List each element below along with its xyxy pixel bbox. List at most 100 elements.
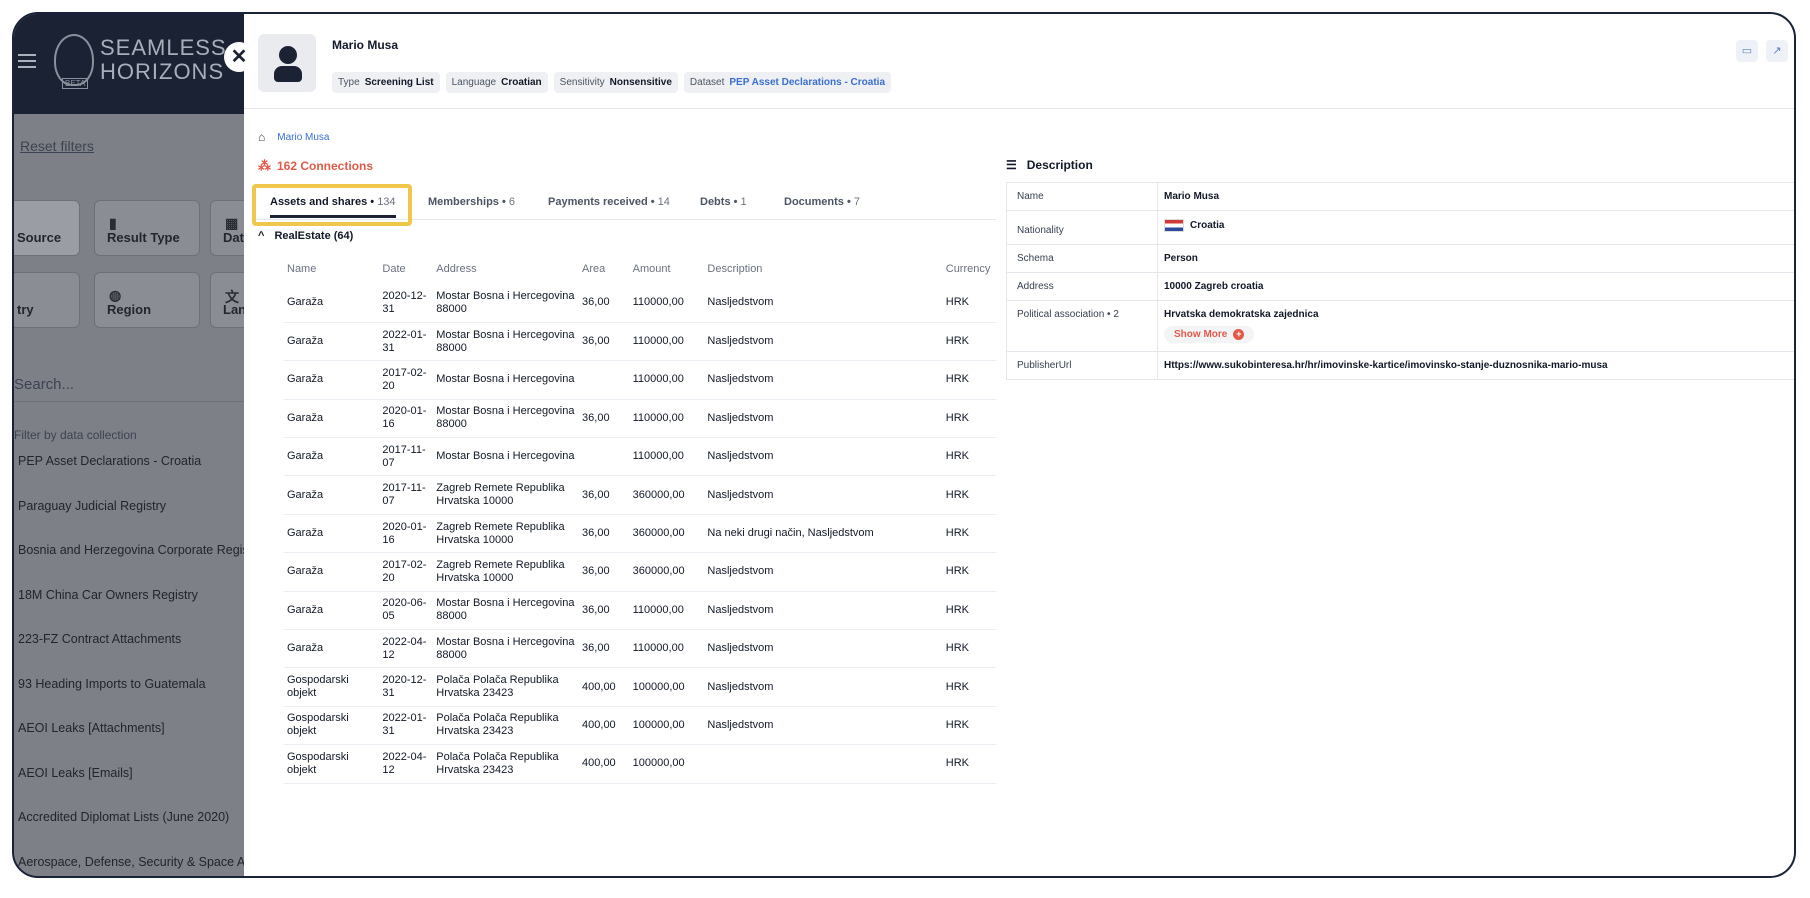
- table-cell: HRK: [942, 591, 996, 631]
- table-cell: [704, 744, 943, 784]
- table-cell: 110000,00: [629, 360, 705, 400]
- collection-item[interactable]: AEOI Leaks [Attachments]: [18, 721, 268, 766]
- dataset-link[interactable]: PEP Asset Declarations - Croatia: [729, 77, 885, 88]
- card-label: Region: [107, 302, 152, 317]
- column-header[interactable]: Name: [284, 254, 379, 284]
- collection-search-input[interactable]: Search...: [14, 376, 264, 402]
- filter-card-result-type[interactable]: ▮ Result Type: [94, 200, 200, 256]
- table-cell: 110000,00: [629, 399, 705, 439]
- table-cell: 110000,00: [629, 284, 705, 323]
- table-cell: Nasljedstvom: [704, 284, 943, 323]
- tag-label: Type: [338, 77, 360, 88]
- logo-line-2: HORIZONS: [100, 59, 225, 84]
- filter-card-region[interactable]: ◍ Region: [94, 272, 200, 328]
- table-cell: Mostar Bosna i Hercegovina 88000: [433, 322, 580, 362]
- table-header-row: Name Date Address Area Amount Descriptio…: [284, 254, 996, 284]
- column-header[interactable]: Address: [433, 254, 579, 284]
- table-cell: Garaža: [284, 284, 380, 323]
- external-link-icon[interactable]: ↗: [1766, 40, 1788, 62]
- collection-item[interactable]: 223-FZ Contract Attachments: [18, 632, 268, 677]
- tab-label: Memberships: [428, 196, 499, 208]
- show-more-button[interactable]: Show More +: [1164, 326, 1255, 343]
- table-cell: Garaža: [284, 514, 380, 554]
- table-row[interactable]: Gospodarski objekt 2022-04-12 Polača Polač…: [284, 744, 996, 784]
- collection-item[interactable]: Bosnia and Herzegovina Corporate Registr…: [18, 543, 268, 588]
- tab-memberships[interactable]: Memberships • 6: [428, 184, 515, 220]
- table-cell: 400,00: [579, 667, 630, 707]
- table-row[interactable]: Garaža 2022-04-12 Mostar Bosna i Hercegovi…: [284, 629, 996, 669]
- table-cell: HRK: [942, 284, 996, 323]
- collection-item[interactable]: 18M China Car Owners Registry: [18, 588, 268, 633]
- table-cell: 2020-06-05: [379, 591, 434, 631]
- table-cell: Polača Polača Republika Hrvatska 23423: [433, 667, 580, 707]
- filter-card-country[interactable]: try: [14, 272, 80, 328]
- table-row[interactable]: Gospodarski objekt 2020-12-31 Polača Polač…: [284, 667, 996, 707]
- table-row[interactable]: Garaža 2017-02-20 Zagreb Remete Republika …: [284, 552, 996, 592]
- section-header[interactable]: ^ RealEstate (64): [258, 230, 353, 242]
- close-icon[interactable]: ✕: [224, 42, 254, 72]
- table-cell: Mostar Bosna i Hercegovina 88000: [433, 629, 580, 669]
- column-header[interactable]: Amount: [630, 254, 705, 284]
- table-cell: 110000,00: [629, 629, 705, 669]
- table-cell: 2020-01-16: [379, 514, 434, 554]
- table-cell: Gospodarski objekt: [284, 667, 380, 707]
- logo-line-1: SEAMLESS: [100, 35, 227, 60]
- table-cell: Nasljedstvom: [704, 475, 943, 515]
- language-tag: Language Croatian: [445, 72, 548, 93]
- collection-item[interactable]: Paraguay Judicial Registry: [18, 499, 268, 544]
- breadcrumb-current[interactable]: Mario Musa: [277, 132, 329, 143]
- list-icon: ☰: [1006, 158, 1017, 172]
- table-row[interactable]: Garaža 2020-12-31 Mostar Bosna i Hercegovi…: [284, 284, 996, 323]
- header-actions: ▭ ↗: [1736, 40, 1788, 62]
- card-label: Result Type: [107, 230, 180, 245]
- table-cell: Mostar Bosna i Hercegovina 88000: [433, 591, 580, 631]
- table-row[interactable]: Garaža 2017-11-07 Zagreb Remete Republika …: [284, 475, 996, 515]
- table-cell: 36,00: [579, 399, 630, 439]
- tab-count: 14: [657, 196, 670, 208]
- menu-icon[interactable]: [18, 54, 36, 68]
- filter-label: Filter by data collection: [14, 428, 137, 442]
- column-header[interactable]: Description: [704, 254, 942, 284]
- book-icon[interactable]: ▭: [1736, 40, 1758, 62]
- tab-debts[interactable]: Debts • 1: [700, 184, 747, 220]
- entity-panel: Mario Musa Type Screening List Language Cr…: [244, 14, 1794, 876]
- table-cell: 36,00: [579, 322, 630, 362]
- filter-card-source[interactable]: Source: [14, 200, 80, 256]
- table-cell: HRK: [942, 514, 996, 554]
- description-row: Political association • 2 Hrvatska demokr…: [1006, 301, 1794, 352]
- column-header[interactable]: Area: [579, 254, 630, 284]
- description-row: Nationality Croatia: [1006, 211, 1794, 245]
- connections-icon: ⁂: [258, 158, 271, 173]
- table-cell: 360000,00: [629, 552, 705, 592]
- tab-documents[interactable]: Documents • 7: [784, 184, 860, 220]
- table-row[interactable]: Garaža 2017-02-20 Mostar Bosna i Hercegovi…: [284, 360, 996, 400]
- table-row[interactable]: Garaža 2020-01-16 Zagreb Remete Republika …: [284, 514, 996, 554]
- table-row[interactable]: Gospodarski objekt 2022-01-31 Polača Polač…: [284, 706, 996, 746]
- tag-value: Croatian: [501, 77, 542, 88]
- table-row[interactable]: Garaža 2022-01-31 Mostar Bosna i Hercegovi…: [284, 322, 996, 362]
- publisher-url-link[interactable]: Https://www.sukobinteresa.hr/hr/imovinsk…: [1158, 352, 1794, 379]
- column-header[interactable]: Date: [379, 254, 433, 284]
- collection-item[interactable]: 93 Heading Imports to Guatemala: [18, 677, 268, 722]
- collection-item[interactable]: Aerospace, Defense, Security & Space Ass…: [18, 855, 268, 877]
- tab-count: 7: [853, 196, 860, 208]
- description-title: Description: [1026, 158, 1093, 172]
- table-cell: 2022-04-12: [379, 629, 434, 669]
- collection-item[interactable]: AEOI Leaks [Emails]: [18, 766, 268, 811]
- home-icon[interactable]: ⌂: [258, 130, 265, 144]
- description-row: Name Mario Musa: [1006, 183, 1794, 211]
- tab-payments-received[interactable]: Payments received • 14: [548, 184, 670, 220]
- show-more-label: Show More: [1174, 329, 1228, 340]
- table-row[interactable]: Garaža 2017-11-07 Mostar Bosna i Hercegovi…: [284, 437, 996, 477]
- connections-link[interactable]: ⁂ 162 Connections: [258, 158, 373, 174]
- table-cell: Garaža: [284, 591, 380, 631]
- column-header[interactable]: Currency: [943, 254, 996, 284]
- tab-label: Documents: [784, 196, 844, 208]
- tab-label: Debts: [700, 196, 731, 208]
- reset-filters-link[interactable]: Reset filters: [20, 138, 94, 154]
- collection-item[interactable]: Accredited Diplomat Lists (June 2020): [18, 810, 268, 855]
- table-row[interactable]: Garaža 2020-06-05 Mostar Bosna i Hercegovi…: [284, 591, 996, 631]
- table-row[interactable]: Garaža 2020-01-16 Mostar Bosna i Hercegovi…: [284, 399, 996, 439]
- collection-item[interactable]: PEP Asset Declarations - Croatia: [18, 454, 268, 499]
- table-cell: HRK: [942, 552, 996, 592]
